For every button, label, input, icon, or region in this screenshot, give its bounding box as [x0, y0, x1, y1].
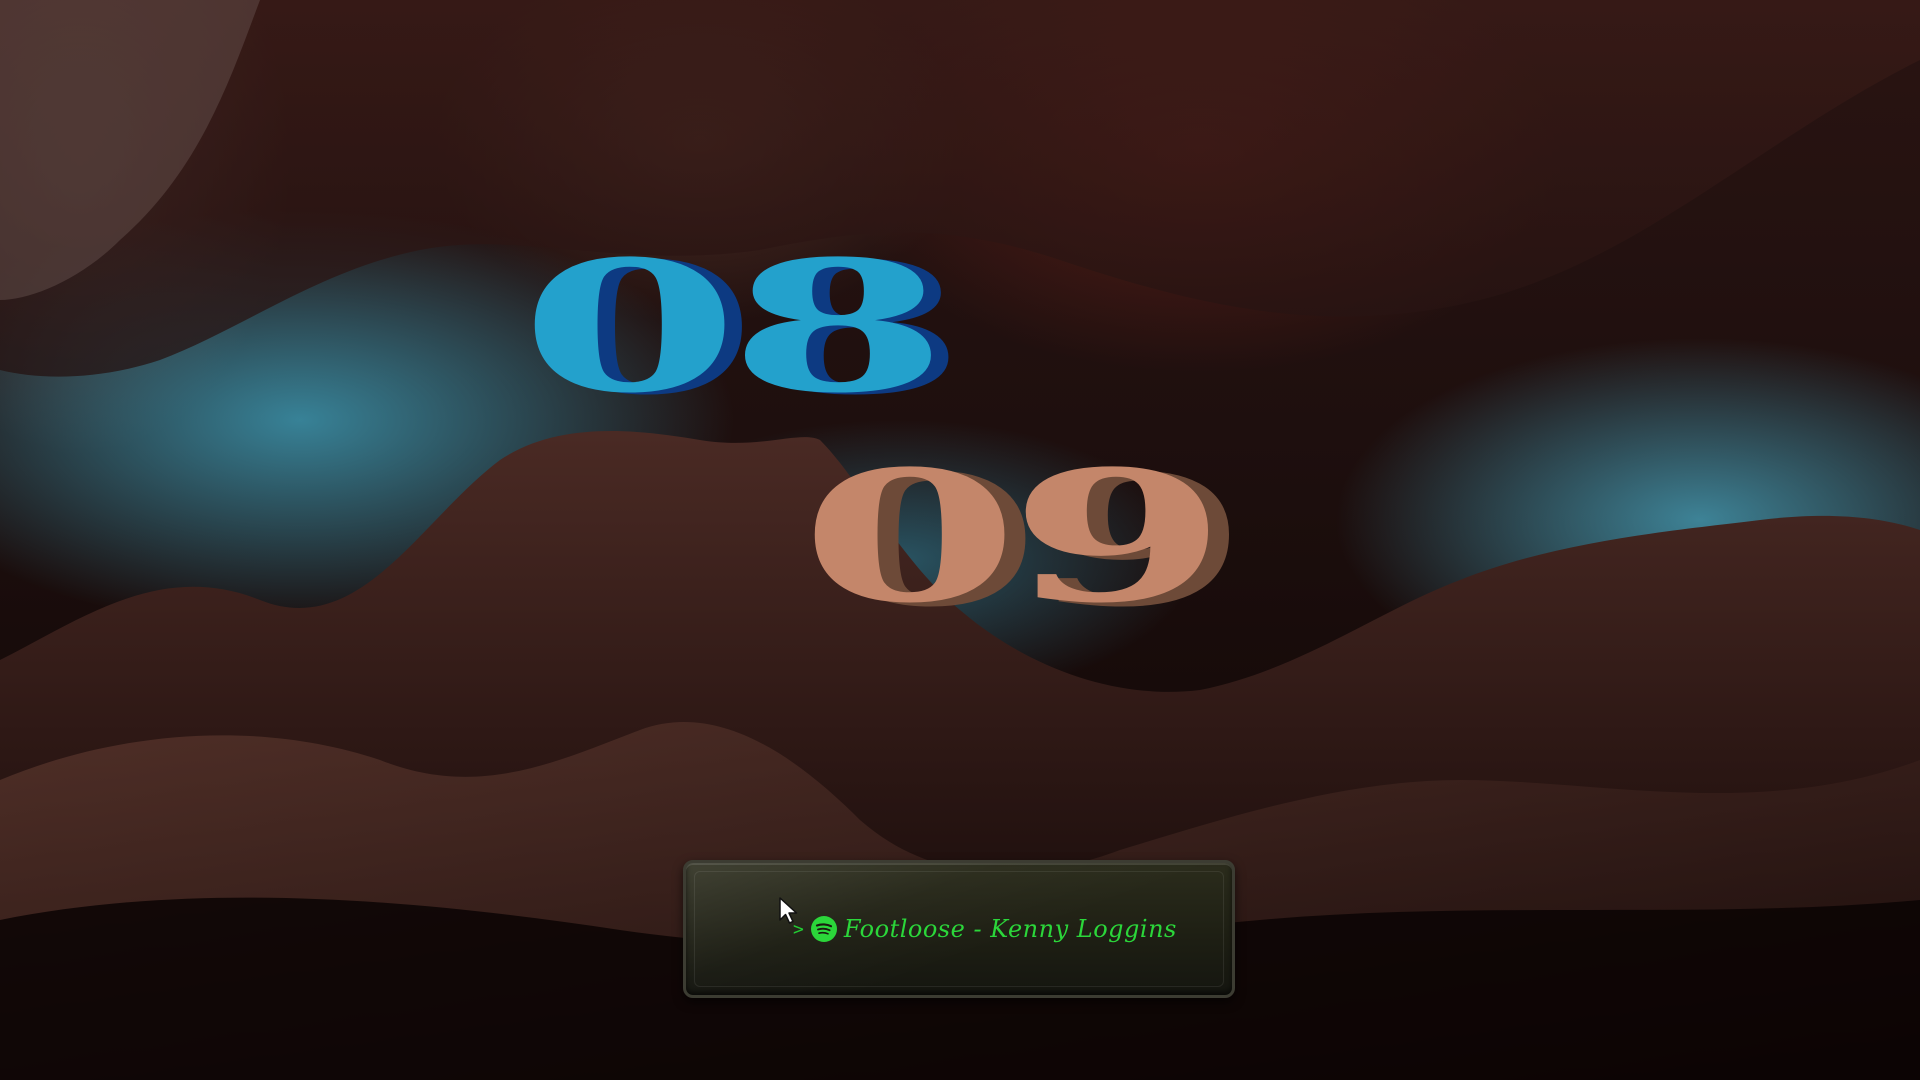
mouse-pointer-icon — [779, 897, 798, 924]
spotify-icon — [810, 916, 837, 942]
now-playing-row[interactable]: > Footloose - Kenny Loggins — [793, 915, 1177, 943]
clock-hours: 08 — [520, 222, 948, 433]
desktop: 08 09 > Footloose - Kenny Loggins — [0, 0, 1920, 1080]
media-player-widget[interactable]: > Footloose - Kenny Loggins — [683, 860, 1235, 998]
clock-minutes: 09 — [800, 432, 1228, 643]
now-playing-track[interactable]: Footloose - Kenny Loggins — [844, 915, 1177, 943]
